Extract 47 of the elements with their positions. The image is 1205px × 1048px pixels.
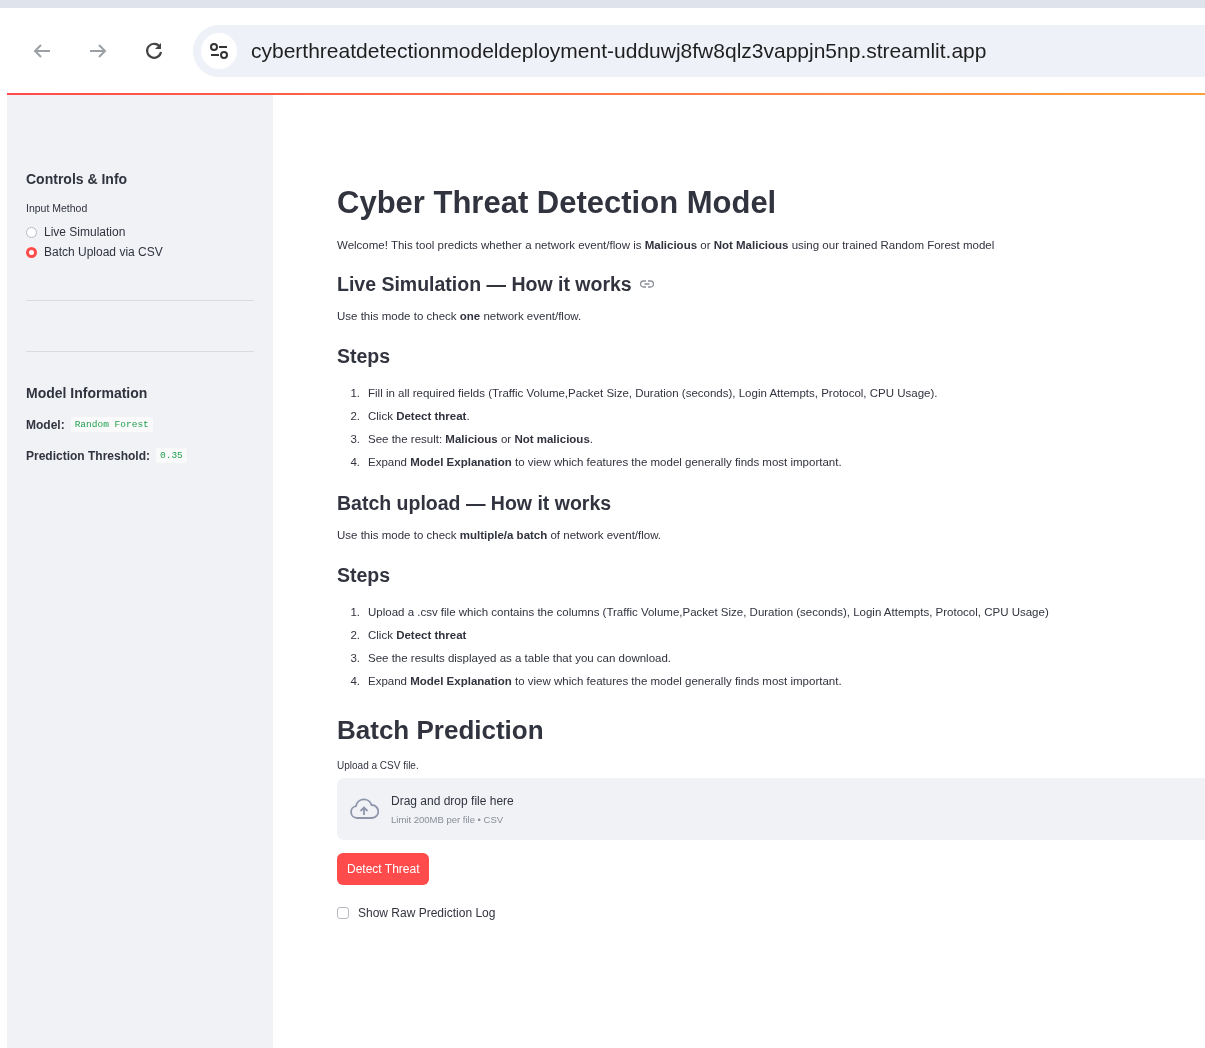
intro-text: Welcome! This tool predicts whether a network event/flow is Malicious or Not Malicious using our trained Random Forest model: [337, 238, 996, 254]
radio-button[interactable]: [26, 226, 37, 238]
file-dropzone[interactable]: Drag and drop file here Limit 200MB per file • CSV: [337, 778, 1205, 841]
steps-heading: Steps: [337, 344, 392, 368]
info-value: 0.35: [156, 448, 187, 463]
info-value: Random Forest: [70, 417, 153, 432]
step-number: 2.: [349, 628, 360, 644]
step-text: See the results displayed as a table that you can download.: [368, 651, 672, 667]
step-number: 1.: [349, 385, 360, 401]
radio-label[interactable]: Live Simulation: [44, 225, 126, 239]
checkbox[interactable]: [337, 907, 349, 920]
step-text: Click Detect threat: [368, 628, 467, 644]
url-text: cyberthreatdetectionmodeldeployment-udduwj8fw8qlz3vappjn5np.streamlit.app: [251, 38, 987, 63]
step-text: Expand Model Explanation to view which features the model generally finds most important.: [368, 454, 842, 470]
step-number: 1.: [349, 605, 360, 621]
step-text: Upload a .csv file which contains the columns (Traffic Volume,Packet Size, Duration (seconds), Login Attempts, Protocol, CPU Usage): [368, 605, 1049, 621]
upload-cloud-icon: [349, 798, 379, 821]
info-label: Model:: [26, 417, 65, 432]
step-text: Expand Model Explanation to view which features the model generally finds most important.: [368, 674, 842, 690]
steps-heading: Steps: [337, 564, 392, 588]
info-label: Prediction Threshold:: [26, 448, 150, 463]
step-number: 3.: [349, 651, 360, 667]
section-heading: Batch upload — How it works: [337, 491, 612, 515]
step-text: See the result: Malicious or Not malicious.: [368, 431, 593, 447]
upload-label: Upload a CSV file.: [337, 760, 420, 772]
sidebar-heading: Model Information: [26, 385, 149, 401]
dropzone-text: Drag and drop file here: [391, 793, 514, 808]
radio-label[interactable]: Batch Upload via CSV: [44, 245, 163, 259]
section-title: Batch Prediction: [337, 715, 545, 747]
step-number: 4.: [349, 454, 360, 470]
section-description: Use this mode to check one network event/flow.: [337, 308, 583, 324]
checkbox-label[interactable]: Show Raw Prediction Log: [358, 906, 496, 921]
section-description: Use this mode to check multiple/a batch of network event/flow.: [337, 527, 663, 543]
step-text: Click Detect threat.: [368, 408, 470, 424]
radio-group-label: Input Method: [26, 202, 89, 214]
dropzone-limit: Limit 200MB per file • CSV: [391, 813, 505, 825]
address-bar[interactable]: cyberthreatdetectionmodeldeployment-udduwj8fw8qlz3vappjn5np.streamlit.app: [193, 24, 1205, 77]
sidebar-heading: Controls & Info: [26, 171, 129, 187]
step-text: Fill in all required fields (Traffic Volume,Packet Size, Duration (seconds), Login Attempts, Protocol, CPU Usage).: [368, 385, 938, 401]
step-number: 3.: [349, 431, 360, 447]
link-icon[interactable]: [639, 280, 654, 289]
section-heading: Live Simulation — How it works: [337, 272, 632, 296]
radio-button[interactable]: [26, 246, 37, 258]
page-title: Cyber Threat Detection Model: [337, 184, 778, 222]
step-number: 2.: [349, 408, 360, 424]
site-settings-icon[interactable]: [201, 32, 237, 69]
step-number: 4.: [349, 674, 360, 690]
